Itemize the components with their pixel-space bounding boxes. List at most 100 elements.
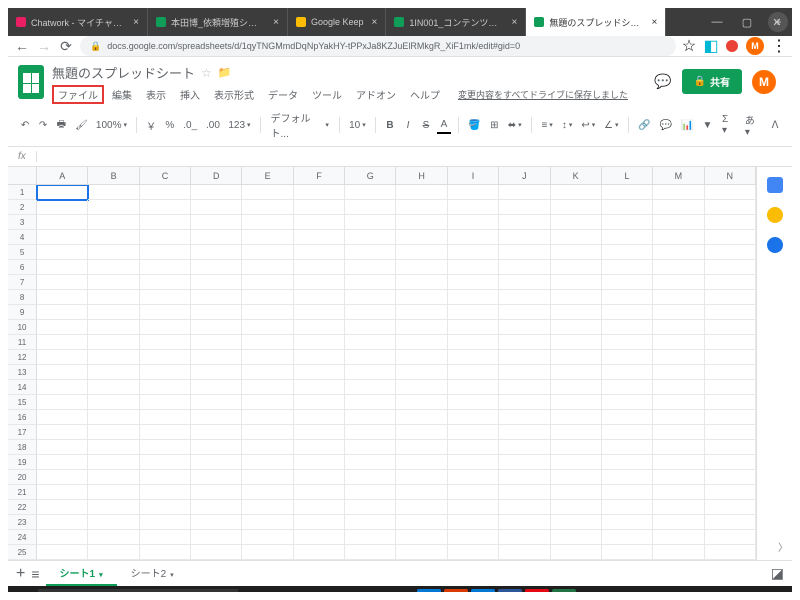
cell[interactable] [705, 470, 756, 485]
cell[interactable] [294, 470, 345, 485]
cell[interactable] [140, 410, 191, 425]
cell[interactable] [448, 260, 499, 275]
cell[interactable] [191, 515, 242, 530]
cell[interactable] [140, 425, 191, 440]
cell[interactable] [294, 545, 345, 560]
cell[interactable] [396, 485, 447, 500]
cell[interactable] [705, 245, 756, 260]
cell[interactable] [242, 530, 293, 545]
cell[interactable] [705, 200, 756, 215]
cell[interactable] [345, 215, 396, 230]
cell[interactable] [88, 230, 139, 245]
cell[interactable] [88, 320, 139, 335]
cell[interactable] [653, 440, 704, 455]
add-sheet-button[interactable]: + [16, 565, 25, 583]
cell[interactable] [294, 245, 345, 260]
cell[interactable] [191, 395, 242, 410]
cell[interactable] [37, 545, 88, 560]
cell[interactable] [140, 500, 191, 515]
row-header[interactable]: 21 [8, 485, 37, 500]
cell[interactable] [653, 380, 704, 395]
cell[interactable] [345, 455, 396, 470]
cell[interactable] [140, 305, 191, 320]
cell[interactable] [294, 395, 345, 410]
excel-icon[interactable]: X [552, 589, 576, 592]
row-header[interactable]: 11 [8, 335, 37, 350]
cell[interactable] [551, 365, 602, 380]
cell[interactable] [37, 305, 88, 320]
cell[interactable] [602, 530, 653, 545]
cell[interactable] [448, 500, 499, 515]
cell[interactable] [242, 545, 293, 560]
column-header[interactable]: B [88, 167, 139, 185]
row-header[interactable]: 22 [8, 500, 37, 515]
cell[interactable] [88, 455, 139, 470]
cell[interactable] [448, 485, 499, 500]
cell[interactable] [37, 365, 88, 380]
cell[interactable] [242, 485, 293, 500]
cell[interactable] [448, 545, 499, 560]
cell[interactable] [345, 410, 396, 425]
cell[interactable] [140, 215, 191, 230]
font-size-select[interactable]: 10 [347, 118, 368, 133]
cell[interactable] [191, 470, 242, 485]
cell[interactable] [499, 485, 550, 500]
bold-button[interactable]: B [383, 118, 397, 133]
cell[interactable] [396, 230, 447, 245]
cell[interactable] [37, 395, 88, 410]
chrome-icon[interactable] [579, 589, 603, 592]
cell[interactable] [499, 545, 550, 560]
cell[interactable] [294, 410, 345, 425]
cell[interactable] [294, 380, 345, 395]
keep-addon-icon[interactable] [767, 207, 783, 223]
cell[interactable] [37, 470, 88, 485]
cell[interactable] [396, 455, 447, 470]
menu-表示[interactable]: 表示 [140, 85, 172, 104]
cell[interactable] [653, 530, 704, 545]
undo-button[interactable]: ↶ [18, 118, 32, 133]
cell[interactable] [653, 455, 704, 470]
row-header[interactable]: 1 [8, 185, 37, 200]
cell[interactable] [140, 185, 191, 200]
tasks-addon-icon[interactable] [767, 237, 783, 253]
cell[interactable] [37, 425, 88, 440]
row-header[interactable]: 8 [8, 290, 37, 305]
cell[interactable] [653, 305, 704, 320]
cell[interactable] [88, 290, 139, 305]
cell[interactable] [602, 485, 653, 500]
cell[interactable] [448, 320, 499, 335]
cell[interactable] [551, 425, 602, 440]
cell[interactable] [448, 455, 499, 470]
cell[interactable] [705, 530, 756, 545]
cell[interactable] [140, 335, 191, 350]
cell[interactable] [499, 530, 550, 545]
cell[interactable] [602, 470, 653, 485]
browser-tab[interactable]: Google Keep× [288, 8, 386, 36]
cell[interactable] [602, 455, 653, 470]
cell[interactable] [37, 215, 88, 230]
cell[interactable] [140, 200, 191, 215]
close-window-button[interactable]: ✕ [762, 16, 792, 29]
cell[interactable] [448, 530, 499, 545]
cell[interactable] [448, 350, 499, 365]
cell[interactable] [396, 290, 447, 305]
cell[interactable] [37, 530, 88, 545]
cell[interactable] [191, 545, 242, 560]
cell[interactable] [499, 260, 550, 275]
cell[interactable] [345, 290, 396, 305]
cell[interactable] [396, 215, 447, 230]
cell[interactable] [653, 320, 704, 335]
select-all-corner[interactable] [8, 167, 37, 185]
cell[interactable] [242, 215, 293, 230]
cell[interactable] [294, 230, 345, 245]
row-header[interactable]: 12 [8, 350, 37, 365]
cell[interactable] [191, 500, 242, 515]
cell[interactable] [448, 470, 499, 485]
taskbar-search[interactable]: 🔍 ここに入力して検索 [38, 589, 238, 592]
column-header[interactable]: N [705, 167, 756, 185]
cell[interactable] [294, 290, 345, 305]
cell[interactable] [37, 455, 88, 470]
cell[interactable] [140, 470, 191, 485]
cell[interactable] [551, 230, 602, 245]
cell[interactable] [191, 440, 242, 455]
